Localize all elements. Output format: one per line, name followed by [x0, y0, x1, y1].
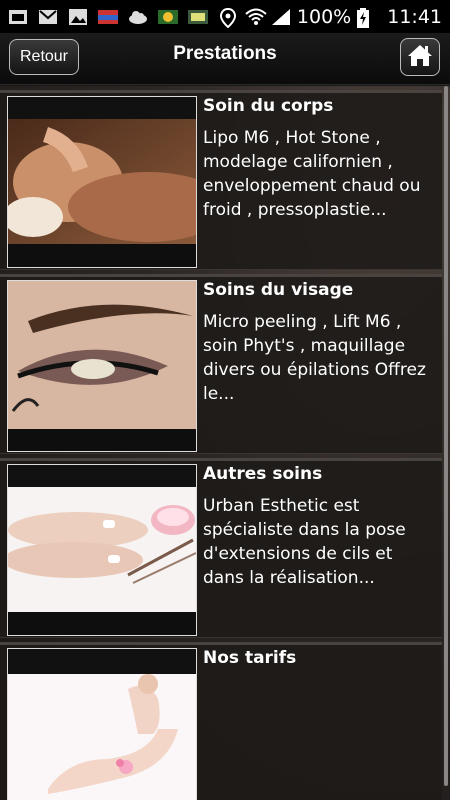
image-icon	[68, 8, 88, 26]
status-bar: 100% 11:41	[0, 0, 450, 33]
item-title: Soins du visage	[203, 280, 354, 300]
item-title: Nos tarifs	[203, 648, 297, 668]
item-title: Autres soins	[203, 464, 323, 484]
navigation-bar: Retour Prestations	[0, 33, 450, 85]
home-button[interactable]	[400, 38, 440, 76]
clock: 11:41	[387, 5, 442, 28]
item-description: Micro peeling , Lift M6 , soin Phyt's , …	[203, 312, 426, 404]
services-list: Soin du corps Lipo M6 , Hot Stone , mode…	[0, 86, 450, 800]
list-item-nos-tarifs[interactable]: Nos tarifs	[0, 642, 442, 800]
page-title: Prestations	[173, 43, 277, 64]
gmail-icon	[38, 8, 58, 26]
item-description: Urban Esthetic est spécialiste dans la p…	[203, 496, 406, 588]
notification-icons	[8, 8, 208, 26]
massage-image	[7, 96, 197, 268]
system-status: 100% 11:41	[219, 6, 442, 28]
battery-charging-icon	[357, 7, 377, 28]
manicure-image	[7, 464, 197, 636]
location-icon	[219, 7, 239, 28]
body-image	[7, 648, 197, 800]
eye-makeup-image	[7, 280, 197, 452]
list-item-soin-du-corps[interactable]: Soin du corps Lipo M6 , Hot Stone , mode…	[0, 90, 442, 270]
cloud-icon	[128, 8, 148, 26]
app-icon	[188, 8, 208, 26]
list-item-soins-du-visage[interactable]: Soins du visage Micro peeling , Lift M6 …	[0, 274, 442, 454]
battery-level: 100%	[296, 5, 352, 28]
item-description: Lipo M6 , Hot Stone , modelage californi…	[203, 128, 421, 220]
signal-icon	[271, 8, 291, 26]
item-title: Soin du corps	[203, 96, 334, 116]
flag-icon	[98, 8, 118, 26]
wifi-icon	[245, 8, 267, 26]
home-icon	[407, 43, 433, 71]
list-item-autres-soins[interactable]: Autres soins Urban Esthetic est spéciali…	[0, 458, 442, 638]
mail-icon	[8, 8, 28, 26]
scrollbar[interactable]	[444, 86, 448, 786]
app-icon	[158, 8, 178, 26]
